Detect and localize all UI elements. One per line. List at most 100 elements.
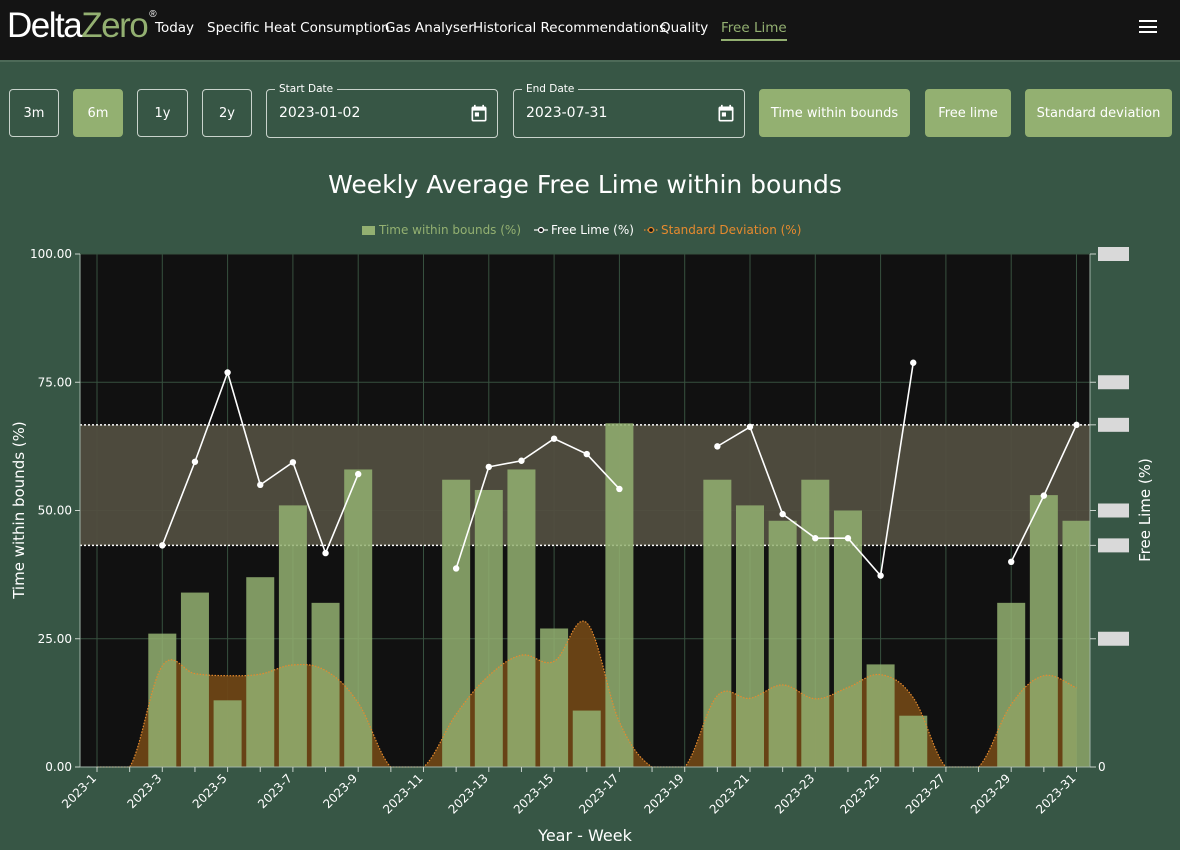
y-axis-title-left: Time within bounds (%) [10, 421, 28, 600]
calendar-icon[interactable] [469, 104, 489, 124]
nav-item-free-lime[interactable]: Free Lime [721, 19, 787, 41]
free-lime-button[interactable]: Free lime [925, 89, 1011, 137]
right-y-tick-placeholder [1098, 417, 1129, 432]
right-y-tick-placeholder [1098, 247, 1129, 261]
nav-item-quality[interactable]: Quality [660, 19, 708, 37]
bar [605, 423, 634, 767]
x-tick-label: 2023-13 [446, 771, 491, 816]
bar [866, 664, 895, 767]
standard-deviation-button[interactable]: Standard deviation [1025, 89, 1172, 137]
bar [997, 602, 1026, 767]
free-lime-point [779, 510, 786, 518]
bar [899, 715, 928, 767]
x-tick-label: 2023-31 [1033, 771, 1078, 816]
x-tick-label: 2023-11 [380, 771, 425, 816]
chart-title: Weekly Average Free Lime within bounds [328, 170, 842, 199]
hamburger-menu-icon[interactable] [1139, 20, 1157, 34]
legend-label: Standard Deviation (%) [661, 223, 802, 237]
legend-label: Time within bounds (%) [379, 223, 522, 237]
free-lime-point [910, 359, 917, 366]
bar [148, 633, 177, 767]
y-axis-title-right: Free Lime (%) [1136, 458, 1154, 562]
bar [768, 520, 797, 767]
y-tick-label: 0.00 [45, 760, 72, 774]
bar [540, 628, 569, 767]
end-date-field[interactable]: End Date 2023-07-31 [513, 82, 745, 138]
start-date-value[interactable]: 2023-01-02 [279, 105, 360, 121]
legend-swatch-line [534, 226, 548, 234]
bar [801, 479, 830, 767]
bar [311, 602, 340, 767]
bar [213, 700, 242, 767]
logo-text-delta: Delta [7, 6, 83, 45]
x-tick-label: 2023-21 [707, 771, 752, 816]
free-lime-point [812, 535, 819, 542]
free-lime-point [485, 463, 492, 471]
y-tick-label: 50.00 [38, 504, 72, 518]
right-y-tick-label: 0 [1098, 760, 1106, 774]
bar [703, 479, 732, 767]
x-tick-label: 2023-17 [576, 771, 621, 816]
end-date-value[interactable]: 2023-07-31 [526, 105, 607, 121]
bar [442, 479, 471, 767]
free-lime-point [714, 443, 721, 450]
bar [1029, 495, 1058, 767]
free-lime-point [518, 457, 525, 464]
free-lime-point [746, 423, 754, 431]
free-lime-point [452, 565, 460, 572]
y-tick-label: 100.00 [30, 247, 72, 261]
bar [572, 710, 601, 767]
free-lime-point [191, 458, 199, 465]
range-button-2y[interactable]: 2y [202, 89, 252, 137]
start-date-label: Start Date [275, 82, 338, 96]
legend-label: Free Lime (%) [551, 223, 634, 237]
free-lime-point [224, 369, 231, 376]
bar [1062, 520, 1091, 767]
x-tick-label: 2023-15 [511, 771, 556, 816]
x-tick-label: 2023-9 [320, 771, 360, 811]
nav-item-gas-analyser[interactable]: Gas Analyser [385, 19, 474, 37]
legend-item-free-lime[interactable]: Free Lime (%) [534, 223, 634, 237]
deltazero-logo[interactable]: DeltaZero ® [7, 6, 157, 55]
free-lime-point [257, 481, 264, 489]
legend-item-time-within-bounds[interactable]: Time within bounds (%) [362, 223, 521, 237]
bar [474, 489, 503, 767]
legend-swatch-bar [362, 225, 375, 235]
free-lime-point [322, 549, 329, 557]
nav-item-specific-heat-consumption[interactable]: Specific Heat Consumption [207, 19, 390, 37]
start-date-field[interactable]: Start Date 2023-01-02 [266, 82, 498, 138]
legend-swatch-dotted-line [644, 226, 658, 234]
nav-item-today[interactable]: Today [155, 19, 194, 37]
x-tick-label: 2023-3 [124, 771, 164, 811]
end-date-label: End Date [522, 82, 579, 96]
x-tick-label: 2023-23 [772, 771, 817, 816]
time-within-bounds-button[interactable]: Time within bounds [759, 89, 910, 137]
free-lime-point [289, 459, 297, 466]
bar [344, 469, 373, 767]
range-button-1y[interactable]: 1y [137, 89, 188, 137]
free-lime-point [877, 572, 884, 579]
bar [246, 577, 275, 767]
x-tick-label: 2023-19 [641, 771, 686, 816]
x-tick-label: 2023-1 [59, 771, 99, 811]
free-lime-point [159, 542, 166, 549]
bar [180, 592, 209, 767]
logo-text-zero: Zero [81, 6, 148, 45]
range-button-3m[interactable]: 3m [9, 89, 59, 137]
x-tick-label: 2023-7 [255, 771, 295, 811]
nav-item-historical-recommendations[interactable]: Historical Recommendations [473, 19, 666, 37]
range-button-6m[interactable]: 6m [73, 89, 123, 137]
calendar-icon[interactable] [716, 104, 736, 124]
bar [736, 505, 764, 767]
x-axis-title: Year - Week [537, 826, 632, 845]
right-y-tick-placeholder [1098, 631, 1129, 646]
y-tick-label: 75.00 [38, 375, 72, 389]
x-tick-label: 2023-27 [903, 771, 948, 816]
legend-item-standard-deviation[interactable]: Standard Deviation (%) [644, 223, 801, 237]
x-tick-label: 2023-5 [190, 771, 230, 811]
free-lime-chart: 0.00 25.00 50.00 75.00 100.00 0 2023-1 2023-3 20… [10, 247, 1154, 845]
y-tick-label: 25.00 [38, 632, 72, 646]
free-lime-point [355, 470, 362, 478]
right-y-tick-placeholder [1098, 538, 1129, 553]
right-y-tick-placeholder [1098, 375, 1129, 390]
